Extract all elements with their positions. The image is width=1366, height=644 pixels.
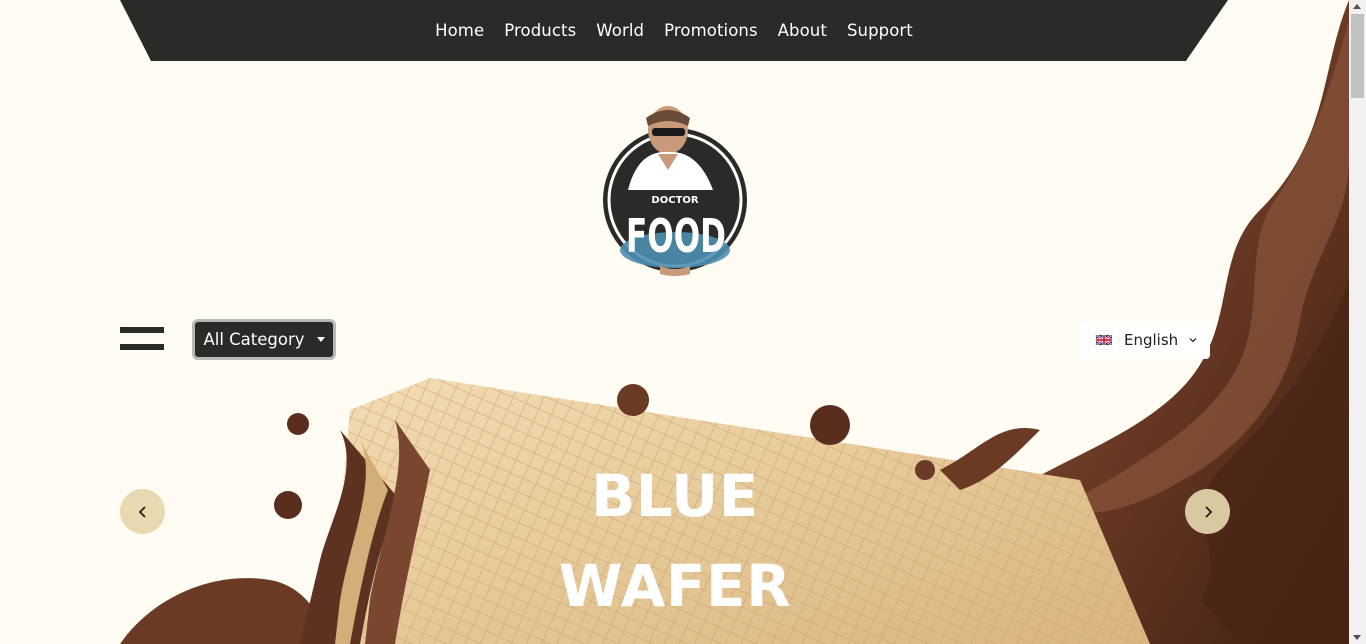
logo-top-text: DOCTOR	[651, 195, 698, 206]
nav-item-support[interactable]: Support	[847, 21, 913, 40]
chevron-down-icon	[1189, 338, 1197, 343]
language-selector[interactable]: English	[1080, 321, 1210, 359]
hero-title-line2: WAFER	[558, 552, 792, 620]
top-navigation: Home Products World Promotions About Sup…	[120, 0, 1228, 61]
slider-next-button[interactable]	[1185, 489, 1230, 534]
scroll-down-arrow-icon[interactable]	[1353, 635, 1361, 640]
hero-title-line1: BLUE	[591, 462, 759, 530]
nav-item-promotions[interactable]: Promotions	[664, 21, 758, 40]
slider-prev-button[interactable]	[120, 489, 165, 534]
chevron-right-icon	[1204, 505, 1212, 518]
category-dropdown-button[interactable]: All Category	[192, 319, 336, 360]
nav-item-about[interactable]: About	[778, 21, 827, 40]
nav-list: Home Products World Promotions About Sup…	[435, 21, 913, 40]
hamburger-bar	[120, 327, 164, 333]
category-dropdown-label: All Category	[203, 330, 305, 349]
chevron-left-icon	[138, 505, 146, 518]
scrollbar-thumb[interactable]	[1351, 14, 1364, 98]
logo-main-text: FOOD	[626, 209, 726, 263]
nav-item-products[interactable]: Products	[504, 21, 576, 40]
scroll-up-arrow-icon[interactable]	[1353, 4, 1361, 9]
hamburger-bar	[120, 344, 164, 350]
page-scrollbar[interactable]	[1349, 0, 1366, 644]
uk-flag-icon	[1096, 335, 1112, 345]
nav-item-home[interactable]: Home	[435, 21, 484, 40]
caret-down-icon	[316, 337, 325, 342]
nav-item-world[interactable]: World	[596, 21, 644, 40]
doctor-food-logo[interactable]: DOCTOR FOOD	[598, 100, 752, 280]
menu-hamburger-icon[interactable]	[120, 327, 164, 352]
language-selected-label: English	[1124, 331, 1179, 349]
